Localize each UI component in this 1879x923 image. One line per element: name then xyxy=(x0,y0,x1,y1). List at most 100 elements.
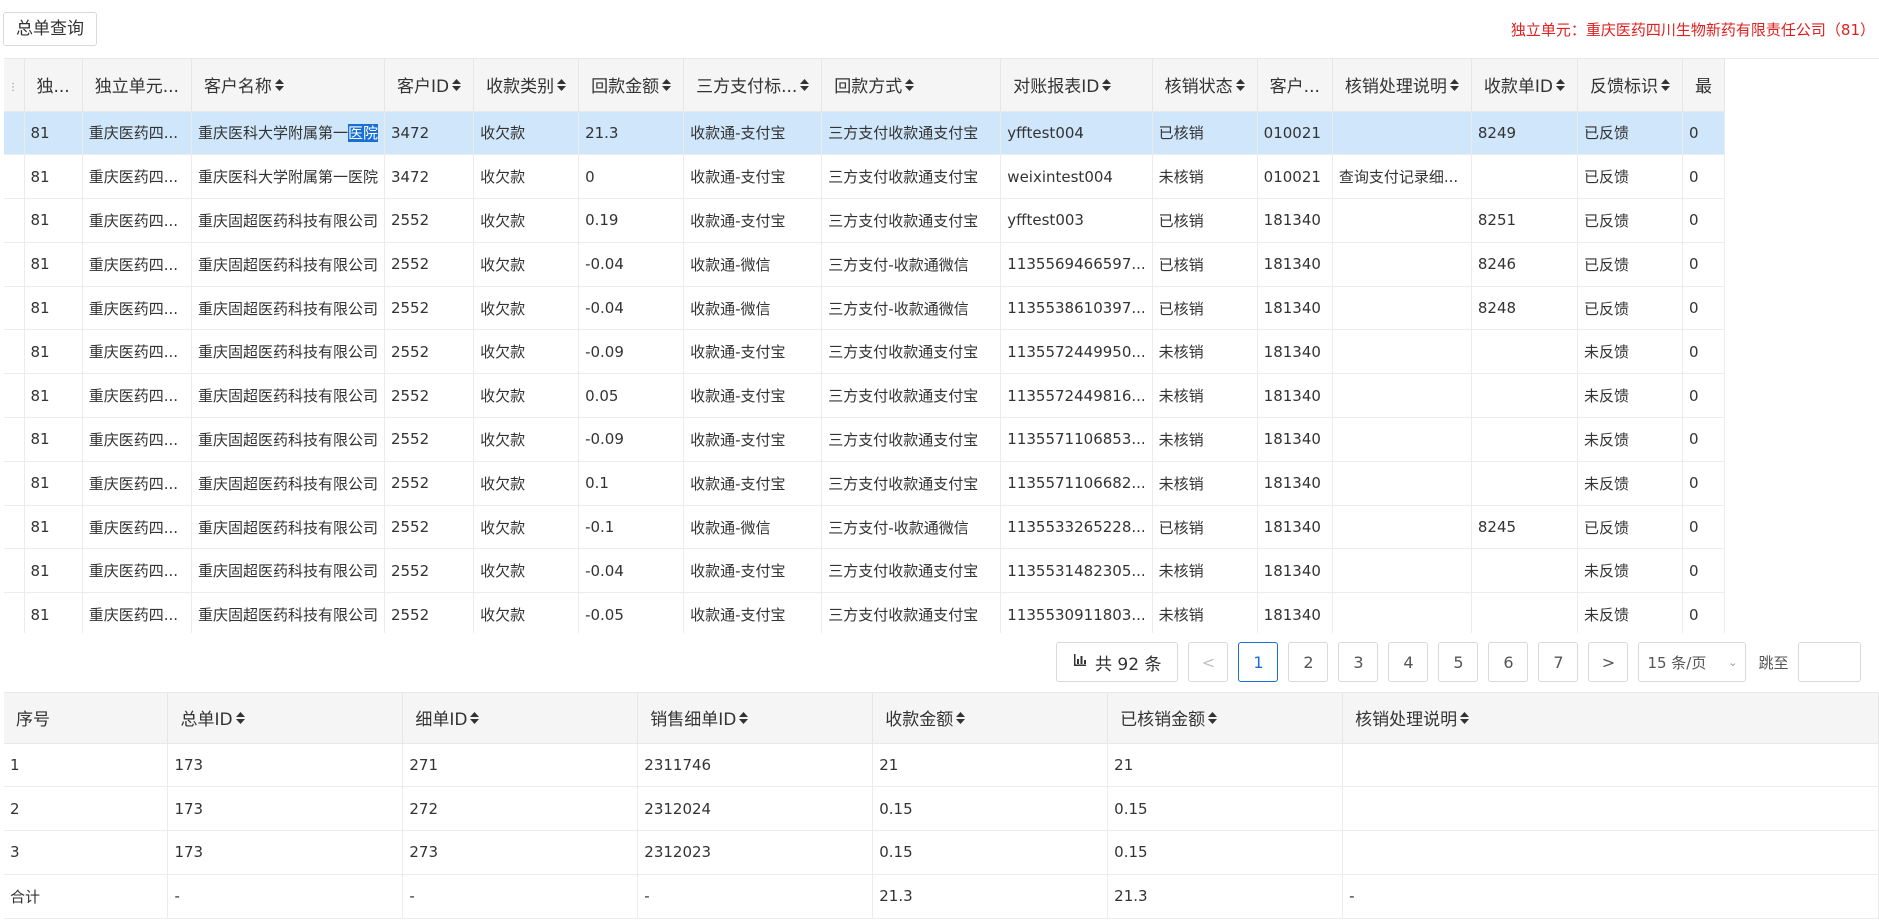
detail-column-header[interactable]: 收款金额 xyxy=(872,693,1109,744)
cell-text: 重庆固超医药科技有限公司 xyxy=(197,430,378,449)
sort-icon[interactable] xyxy=(956,712,966,726)
detail-cell: 2311746 xyxy=(637,743,874,788)
cell-note xyxy=(1332,111,1472,156)
table-row[interactable]: 81 重庆医药四... 重庆固超医药科技有限公司 2552 收欠款 -0.04 收款通-支付… xyxy=(4,548,1725,594)
detail-column-header[interactable]: 已核销金额 xyxy=(1107,693,1344,744)
table-row[interactable]: 81 重庆医药四... 重庆固超医药科技有限公司 2552 收欠款 -0.09 收款通-支付… xyxy=(4,417,1725,462)
table-row[interactable]: 81 重庆医药四... 重庆固超医药科技有限公司 2552 收欠款 -0.1 收款通-微信 三… xyxy=(4,505,1725,550)
table-row[interactable]: 81 重庆医药四... 重庆固超医药科技有限公司 2552 收欠款 -0.04 收款通-微信… xyxy=(4,242,1725,287)
row-gutter xyxy=(4,111,25,156)
cell-pay-flag: 收款通-支付宝 xyxy=(683,198,823,243)
cell-text: 未反馈 xyxy=(1584,430,1630,449)
table-row[interactable]: 3 173 273 2312023 0.15 0.15 xyxy=(4,830,1879,875)
column-header[interactable]: 回款方式 xyxy=(821,59,1002,112)
cell-text: 重庆医科大学附属第一医院 xyxy=(197,168,378,187)
table-row[interactable]: 81 重庆医药四... 重庆固超医药科技有限公司 2552 收欠款 0.05 收款通-支付宝… xyxy=(4,373,1725,419)
sort-icon[interactable] xyxy=(1208,712,1218,726)
table-row[interactable]: 81 重庆医药四... 重庆医科大学附属第一医院 3472 收欠款 0 收款通-支付宝 三方支… xyxy=(4,154,1725,200)
column-header[interactable]: 核销状态 xyxy=(1152,59,1258,112)
page-button-1[interactable]: 1 xyxy=(1238,642,1279,682)
sort-icon[interactable] xyxy=(1235,79,1245,93)
detail-column-header[interactable]: 总单ID xyxy=(167,693,404,744)
sort-icon[interactable] xyxy=(235,712,245,726)
sort-icon[interactable] xyxy=(1102,79,1112,93)
cell-customer: 重庆医科大学附属第一医院 xyxy=(191,111,385,156)
sort-icon[interactable] xyxy=(1460,712,1470,726)
detail-column-header[interactable]: 序号 xyxy=(4,693,169,744)
cell-cust-id: 2552 xyxy=(384,592,475,633)
sort-icon[interactable] xyxy=(905,79,915,93)
page-size-select[interactable]: 15 条/页 ⌄ xyxy=(1638,642,1747,682)
cell-text: 0.05 xyxy=(585,386,619,405)
next-page-button[interactable]: > xyxy=(1588,642,1629,682)
cell-amount: -0.04 xyxy=(578,548,685,594)
column-header[interactable]: 回款金额 xyxy=(578,59,685,112)
cell-pay-flag: 收款通-支付宝 xyxy=(683,373,823,419)
cell-status: 未核销 xyxy=(1152,548,1258,594)
cell-text: 三方支付收款通支付宝 xyxy=(828,168,979,187)
column-header-label: 序号 xyxy=(16,710,50,731)
detail-cell xyxy=(1342,830,1879,875)
detail-column-header[interactable]: 销售细单ID xyxy=(637,693,874,744)
cell-feedback: 已反馈 xyxy=(1577,198,1683,243)
table-row[interactable]: 81 重庆医药四... 重庆固超医药科技有限公司 2552 收欠款 0.1 收款通-支付宝 三… xyxy=(4,461,1725,506)
cell-text: -0.04 xyxy=(585,255,624,274)
cell-customer: 重庆医科大学附属第一医院 xyxy=(191,154,385,200)
prev-page-button[interactable]: < xyxy=(1188,642,1229,682)
column-header[interactable]: 收款单ID xyxy=(1471,59,1579,112)
page-button-5[interactable]: 5 xyxy=(1438,642,1479,682)
sort-icon[interactable] xyxy=(662,79,672,93)
column-header[interactable]: 对账报表ID xyxy=(1000,59,1153,112)
sort-icon[interactable] xyxy=(800,79,810,93)
sort-icon[interactable] xyxy=(1556,79,1565,93)
table-row[interactable]: 1 173 271 2311746 21 21 xyxy=(4,743,1879,788)
sort-icon[interactable] xyxy=(452,79,462,93)
column-header[interactable]: 反馈标识 xyxy=(1577,59,1683,112)
column-header[interactable]: 三方支付标... xyxy=(683,59,823,112)
table-row[interactable]: 81 重庆医药四... 重庆固超医药科技有限公司 2552 收欠款 -0.05 收款通-支付… xyxy=(4,592,1725,633)
column-header[interactable]: 核销处理说明 xyxy=(1332,59,1472,112)
table-row[interactable]: 2 173 272 2312024 0.15 0.15 xyxy=(4,786,1879,832)
sort-icon[interactable] xyxy=(557,79,567,93)
detail-cell: 21.3 xyxy=(1107,874,1344,919)
column-header[interactable]: 客户ID xyxy=(384,59,475,112)
column-header[interactable]: 最 xyxy=(1682,59,1725,112)
page-button-4[interactable]: 4 xyxy=(1388,642,1429,682)
page-button-6[interactable]: 6 xyxy=(1488,642,1529,682)
cell-text: 2552 xyxy=(390,561,430,580)
cell-text: 未核销 xyxy=(1158,343,1204,362)
sort-icon[interactable] xyxy=(1661,79,1670,93)
page-button-7[interactable]: 7 xyxy=(1538,642,1579,682)
column-header[interactable]: 客户... xyxy=(1257,59,1333,112)
total-row[interactable]: 合计 - - -21.3 21.3- xyxy=(4,874,1879,919)
detail-column-header[interactable]: 核销处理说明 xyxy=(1342,693,1879,744)
page-button-3[interactable]: 3 xyxy=(1338,642,1379,682)
cell-receipt-id xyxy=(1471,548,1579,594)
cell-cust-code: 010021 xyxy=(1257,154,1333,200)
column-header[interactable]: 收款类别 xyxy=(473,59,580,112)
column-header[interactable]: 独... xyxy=(24,59,83,112)
cell-unit: 重庆医药四... xyxy=(82,592,192,633)
jump-to-page-input[interactable] xyxy=(1798,642,1862,682)
cell-cust-id: 2552 xyxy=(384,548,475,594)
sort-icon[interactable] xyxy=(470,712,480,726)
cell-text: 重庆医药四... xyxy=(88,606,179,625)
sort-icon[interactable] xyxy=(739,712,749,726)
summary-query-button[interactable]: 总单查询 xyxy=(3,12,97,46)
sort-icon[interactable] xyxy=(274,79,284,93)
table-row[interactable]: 81 重庆医药四... 重庆医科大学附属第一医院 3472 收欠款 21.3 收款通-支付宝… xyxy=(4,111,1725,156)
column-header[interactable]: 独立单元... xyxy=(82,59,192,112)
sort-icon[interactable] xyxy=(1449,79,1459,93)
table-row[interactable]: 81 重庆医药四... 重庆固超医药科技有限公司 2552 收欠款 0.19 收款通-支付宝… xyxy=(4,198,1725,243)
table-row[interactable]: 81 重庆医药四... 重庆固超医药科技有限公司 2552 收欠款 -0.09 收款通-支付… xyxy=(4,329,1725,375)
cell-text: 未反馈 xyxy=(1584,343,1630,362)
page-button-2[interactable]: 2 xyxy=(1288,642,1329,682)
table-row[interactable]: 81 重庆医药四... 重庆固超医药科技有限公司 2552 收欠款 -0.04 收款通-微信… xyxy=(4,286,1725,331)
column-header[interactable]: 客户名称 xyxy=(191,59,385,112)
column-resize-handle[interactable]: ⋮ xyxy=(4,59,25,112)
detail-column-header[interactable]: 细单ID xyxy=(402,693,639,744)
cell-text: -0.09 xyxy=(585,342,624,361)
cell-text: 重庆医药四... xyxy=(88,518,179,537)
pagination: 共 92 条 < 1234567 > 15 条/页 ⌄ 跳至 xyxy=(1056,641,1862,683)
cell-text: -0.04 xyxy=(585,561,624,580)
